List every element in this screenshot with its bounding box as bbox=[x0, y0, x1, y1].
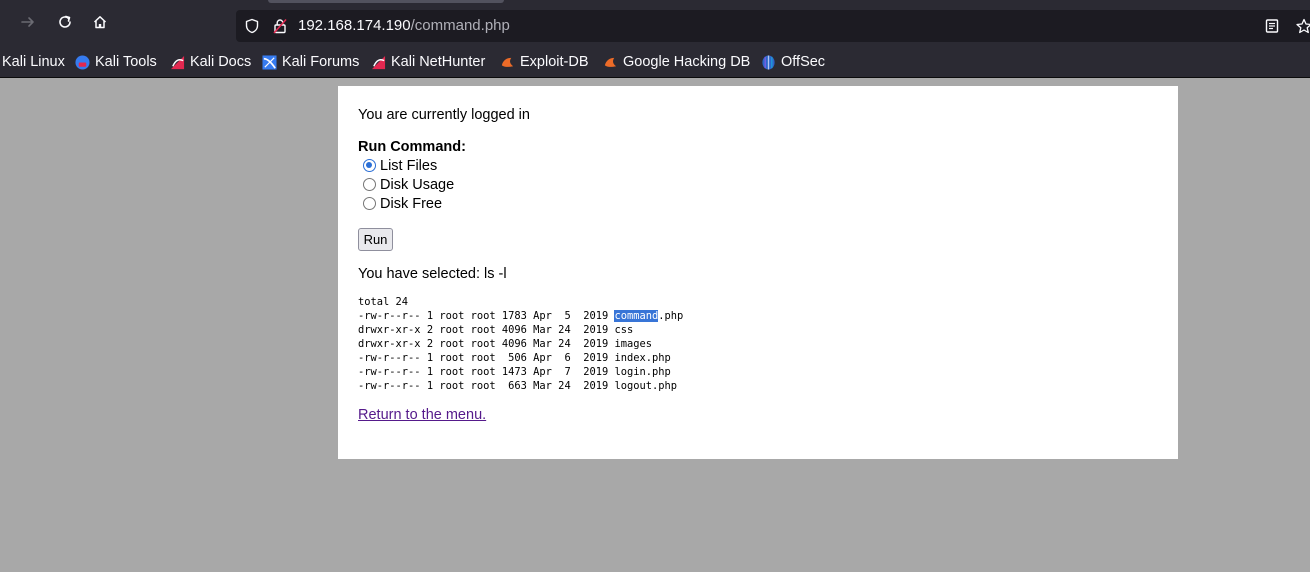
home-button[interactable] bbox=[88, 10, 112, 34]
bookmarks-bar: Kali Linux Kali Tools Kali Docs Kali For… bbox=[0, 44, 1310, 78]
output-line: drwxr-xr-x 2 root root 4096 Mar 24 2019 … bbox=[358, 338, 653, 350]
arrow-right-icon bbox=[21, 17, 34, 27]
bookmark-label: Exploit-DB bbox=[520, 54, 589, 70]
radio-disk-usage[interactable] bbox=[363, 178, 376, 191]
bookmark-kali-forums[interactable]: Kali Forums bbox=[262, 53, 359, 71]
bookmark-kali-docs[interactable]: Kali Docs bbox=[170, 53, 251, 71]
bookmark-label: Google Hacking DB bbox=[623, 54, 751, 70]
command-output: total 24 -rw-r--r-- 1 root root 1783 Apr … bbox=[358, 295, 683, 393]
kali-forums-icon bbox=[262, 54, 277, 70]
bookmark-exploit-db[interactable]: Exploit-DB bbox=[500, 53, 589, 71]
url-path: /command.php bbox=[410, 17, 510, 34]
selected-command-text: You have selected: ls -l bbox=[358, 266, 507, 282]
forward-button[interactable] bbox=[16, 10, 40, 34]
url-text[interactable]: 192.168.174.190/command.php bbox=[298, 17, 510, 34]
bookmark-label: Kali Tools bbox=[95, 54, 157, 70]
browser-toolbar: 192.168.174.190/command.php bbox=[0, 0, 1310, 44]
active-tab-edge[interactable] bbox=[268, 0, 504, 3]
content-card: You are currently logged in Run Command:… bbox=[338, 86, 1178, 459]
bookmark-star-icon[interactable] bbox=[1296, 18, 1310, 34]
radio-list-files[interactable] bbox=[363, 159, 376, 172]
selected-text-highlight: command bbox=[614, 310, 659, 322]
return-to-menu-link[interactable]: Return to the menu. bbox=[358, 407, 486, 423]
bookmark-label: OffSec bbox=[781, 54, 826, 70]
url-host: 192.168.174.190 bbox=[298, 17, 411, 34]
kali-tools-icon bbox=[75, 54, 90, 70]
output-line: total 24 bbox=[358, 296, 409, 308]
bookmark-label: Kali Linux bbox=[2, 54, 65, 70]
bookmark-label: Kali Docs bbox=[190, 54, 252, 70]
login-status: You are currently logged in bbox=[358, 107, 530, 123]
output-line: -rw-r--r-- 1 root root 1783 Apr 5 2019 c… bbox=[358, 310, 684, 322]
output-line: -rw-r--r-- 1 root root 663 Mar 24 2019 l… bbox=[358, 380, 678, 392]
shield-icon[interactable] bbox=[244, 18, 260, 34]
insecure-lock-icon[interactable] bbox=[272, 18, 288, 34]
bookmark-label: Kali Forums bbox=[282, 54, 360, 70]
reader-view-icon[interactable] bbox=[1264, 18, 1280, 34]
radio-disk-free[interactable] bbox=[363, 197, 376, 210]
address-bar[interactable]: 192.168.174.190/command.php bbox=[236, 10, 1310, 42]
output-line: drwxr-xr-x 2 root root 4096 Mar 24 2019 … bbox=[358, 324, 634, 336]
bookmark-google-hacking-db[interactable]: Google Hacking DB bbox=[603, 53, 750, 71]
bookmark-kali-tools[interactable]: Kali Tools bbox=[75, 53, 157, 71]
offsec-icon bbox=[762, 54, 775, 70]
bookmark-offsec[interactable]: OffSec bbox=[761, 53, 825, 71]
kali-docs-icon bbox=[170, 55, 185, 69]
ghdb-icon bbox=[604, 57, 617, 67]
bookmark-label: Kali NetHunter bbox=[391, 54, 486, 70]
exploit-db-icon bbox=[501, 57, 514, 67]
output-line: -rw-r--r-- 1 root root 506 Apr 6 2019 in… bbox=[358, 352, 671, 364]
option-label-disk-usage[interactable]: Disk Usage bbox=[380, 177, 454, 193]
output-line: -rw-r--r-- 1 root root 1473 Apr 7 2019 l… bbox=[358, 366, 671, 378]
reload-button[interactable] bbox=[53, 10, 77, 34]
home-icon bbox=[93, 16, 107, 29]
bookmark-kali-linux[interactable]: Kali Linux bbox=[2, 53, 65, 71]
option-label-disk-free[interactable]: Disk Free bbox=[380, 196, 442, 212]
kali-nethunter-icon bbox=[371, 55, 386, 69]
run-command-label: Run Command: bbox=[358, 139, 466, 155]
option-label-list-files[interactable]: List Files bbox=[380, 158, 437, 174]
reload-icon bbox=[59, 15, 71, 28]
bookmark-kali-nethunter[interactable]: Kali NetHunter bbox=[371, 53, 485, 71]
run-button[interactable]: Run bbox=[358, 228, 393, 251]
